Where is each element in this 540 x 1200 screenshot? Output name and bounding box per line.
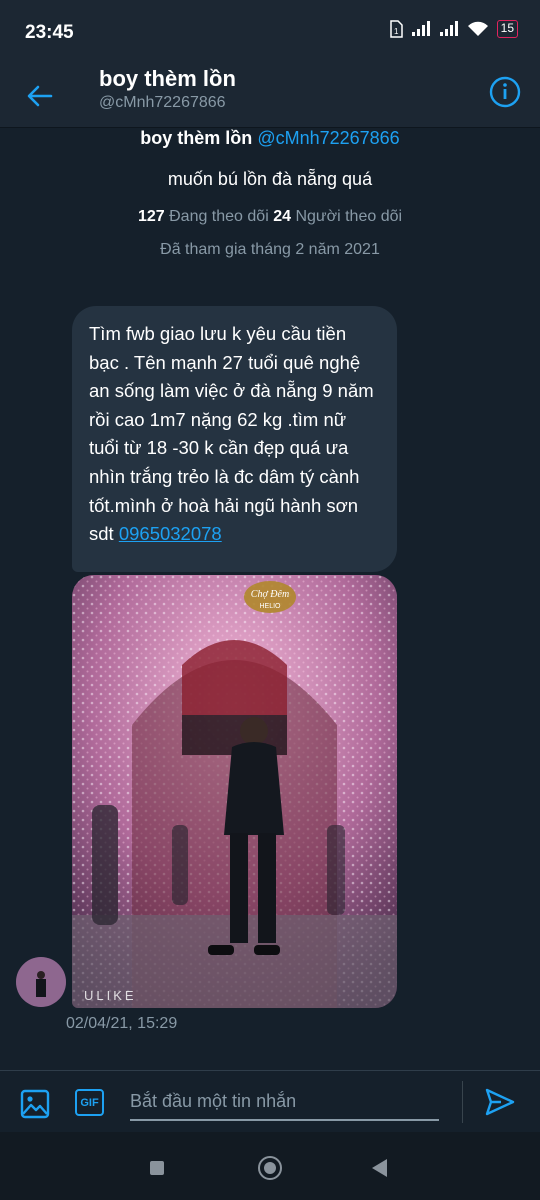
header-name: boy thèm lồn (99, 66, 236, 91)
profile-bio: muốn bú lồn đà nẵng quá (167, 169, 373, 189)
message-bubble[interactable]: Tìm fwb giao lưu k yêu cầu tiền bạc . Tê… (72, 306, 397, 572)
followers-count[interactable]: 24 (273, 208, 291, 225)
followers-label[interactable]: Người theo dõi (295, 208, 402, 225)
status-icons: 1 15 (389, 20, 518, 38)
back-button[interactable] (20, 76, 60, 116)
message-photo[interactable]: Chợ Đêm HELIO ULIKE (72, 575, 397, 1008)
profile-name-line: boy thèm lồn @cMnh72267866 (0, 128, 540, 149)
message-phone-link[interactable]: 0965032078 (119, 523, 222, 544)
following-label[interactable]: Đang theo dõi (169, 208, 269, 225)
status-time: 23:45 (25, 22, 74, 43)
info-button[interactable] (487, 74, 523, 110)
photo-image: Chợ Đêm HELIO ULIKE (72, 575, 397, 1008)
profile-stats: 127 Đang theo dõi 24 Người theo dõi (0, 208, 540, 226)
header-handle: @cMnh72267866 (99, 94, 226, 111)
message-text: Tìm fwb giao lưu k yêu cầu tiền bạc . Tê… (89, 323, 374, 545)
signal-icon (411, 21, 430, 36)
profile-summary: boy thèm lồn @cMnh72267866 muốn bú lồn đ… (0, 128, 540, 259)
message-timestamp: 02/04/21, 15:29 (66, 1015, 178, 1032)
sender-avatar[interactable] (16, 957, 66, 1007)
following-count[interactable]: 127 (138, 208, 165, 225)
image-icon (20, 1089, 50, 1119)
signal-icon-2 (439, 21, 458, 36)
photo-sign-text: Chợ Đêm (251, 589, 289, 600)
avatar-image (16, 957, 66, 1007)
wifi-icon (467, 21, 488, 36)
conversation-header: boy thèm lồn @cMnh72267866 (0, 62, 540, 128)
profile-name[interactable]: boy thèm lồn (140, 128, 252, 148)
back-arrow-icon (27, 85, 53, 107)
photo-watermark: ULIKE (84, 988, 137, 1003)
send-button[interactable] (485, 1088, 515, 1121)
profile-handle[interactable]: @cMnh72267866 (257, 128, 399, 148)
battery-icon: 15 (496, 20, 518, 38)
photo-sign-subtext: HELIO (259, 603, 281, 610)
system-nav-bar (0, 1132, 540, 1200)
system-back-button[interactable] (372, 1159, 387, 1177)
info-icon (489, 76, 521, 108)
sim-icon: 1 (389, 20, 403, 38)
message-composer: GIF (0, 1070, 540, 1132)
send-icon (485, 1088, 515, 1116)
message-input[interactable] (130, 1083, 439, 1121)
profile-joined: Đã tham gia tháng 2 năm 2021 (160, 241, 380, 258)
status-bar: 23:45 1 15 (0, 0, 540, 62)
home-button[interactable] (258, 1156, 282, 1180)
svg-text:1: 1 (394, 27, 399, 36)
add-image-button[interactable] (20, 1089, 50, 1124)
gif-button[interactable]: GIF (75, 1089, 104, 1116)
recents-button[interactable] (150, 1161, 164, 1175)
composer-divider (462, 1081, 463, 1123)
